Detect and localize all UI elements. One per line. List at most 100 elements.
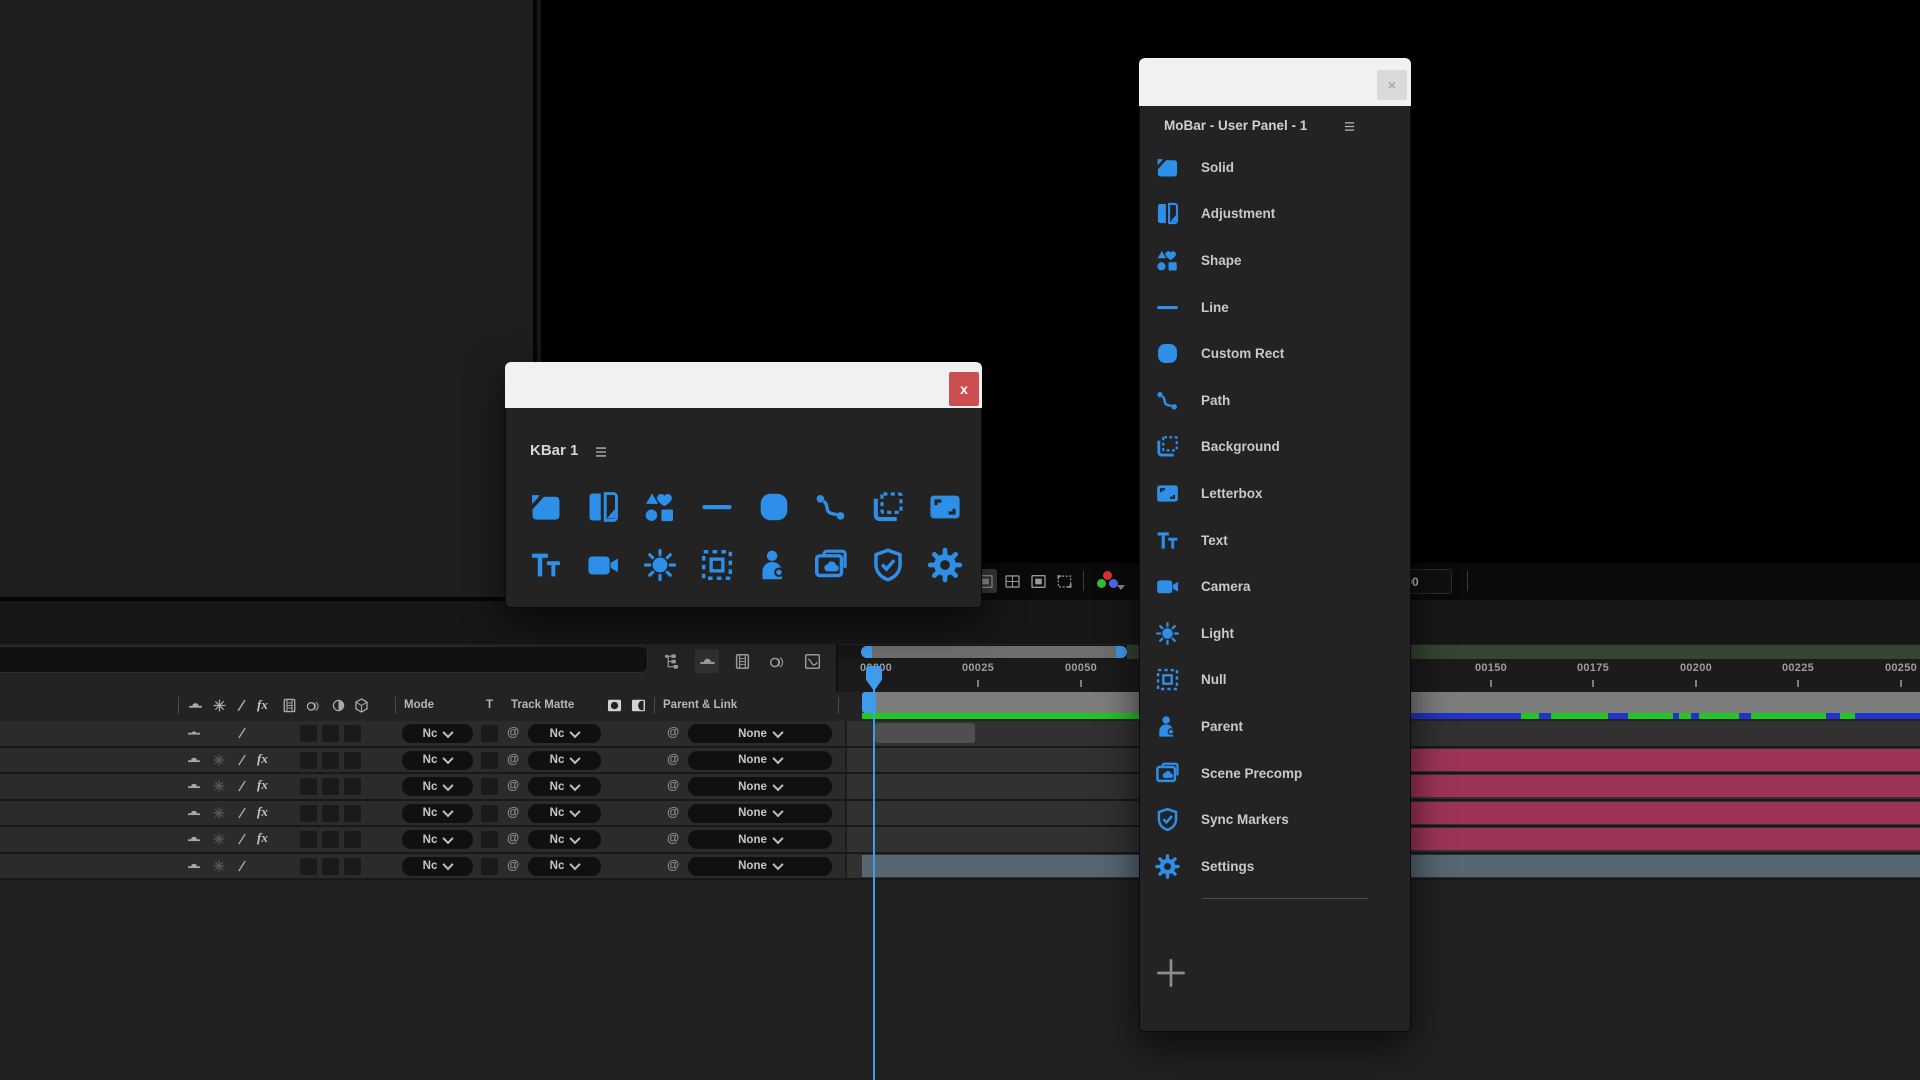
preserve-transparency-checkbox[interactable]: [481, 831, 498, 848]
layer-bar-clip[interactable]: [875, 723, 975, 743]
switch-cell[interactable]: [300, 805, 317, 822]
parent-pickwhip-icon[interactable]: @: [667, 805, 679, 819]
track-matte-dropdown[interactable]: Nc: [528, 724, 601, 743]
mobar-item-parent[interactable]: Parent: [1150, 703, 1406, 750]
switch-cell[interactable]: [300, 725, 317, 742]
switch-cell[interactable]: [322, 725, 339, 742]
mobar-item-scene-precomp[interactable]: Scene Precomp: [1150, 750, 1406, 797]
preserve-transparency-checkbox[interactable]: [481, 752, 498, 769]
track-matte-pickwhip-icon[interactable]: @: [507, 831, 519, 845]
collapse-transformations-icon[interactable]: [211, 805, 227, 821]
mobar-item-settings[interactable]: Settings: [1150, 843, 1406, 890]
hamburger-menu-icon[interactable]: [1342, 120, 1357, 133]
background-icon[interactable]: [859, 478, 916, 536]
shy-hidden-icon[interactable]: [186, 725, 202, 741]
shy-icon[interactable]: [186, 831, 202, 847]
mobar-item-background[interactable]: Background: [1150, 424, 1406, 471]
track-matte-pickwhip-icon[interactable]: @: [507, 805, 519, 819]
track-matte-dropdown[interactable]: Nc: [528, 830, 601, 849]
quality-toggle-icon[interactable]: [234, 831, 250, 847]
parent-pickwhip-icon[interactable]: @: [667, 858, 679, 872]
shy-icon[interactable]: [186, 778, 202, 794]
shy-icon[interactable]: [186, 805, 202, 821]
effects-toggle-icon[interactable]: fx: [257, 777, 268, 793]
switch-cell[interactable]: [344, 858, 361, 875]
graph-editor-icon[interactable]: [800, 649, 824, 673]
scrollbar-left-handle[interactable]: [861, 646, 872, 658]
add-button[interactable]: [1153, 955, 1189, 991]
custom-rect-icon[interactable]: [745, 478, 802, 536]
channel-color-icon[interactable]: [1094, 569, 1128, 593]
parent-pickwhip-icon[interactable]: @: [667, 778, 679, 792]
scrollbar-right-handle[interactable]: [1116, 646, 1127, 658]
preserve-transparency-checkbox[interactable]: [481, 805, 498, 822]
shape-icon[interactable]: [631, 478, 688, 536]
switch-cell[interactable]: [344, 752, 361, 769]
effects-toggle-icon[interactable]: fx: [257, 751, 268, 767]
region-of-interest-icon[interactable]: [1052, 569, 1076, 593]
comp-mini-flowchart-icon[interactable]: [660, 649, 684, 673]
light-icon[interactable]: [631, 536, 688, 594]
quality-toggle-icon[interactable]: [234, 778, 250, 794]
text-icon[interactable]: [517, 536, 574, 594]
switch-cell[interactable]: [344, 725, 361, 742]
mobar-item-null[interactable]: Null: [1150, 657, 1406, 704]
parent-link-dropdown[interactable]: None: [688, 751, 832, 770]
switch-cell[interactable]: [300, 831, 317, 848]
kbar-titlebar[interactable]: x: [505, 362, 982, 408]
track-matte-dropdown[interactable]: Nc: [528, 857, 601, 876]
switch-cell[interactable]: [322, 858, 339, 875]
luma-matte-icon[interactable]: [630, 697, 647, 714]
scene-precomp-icon[interactable]: [802, 536, 859, 594]
layer-row-2[interactable]: fxNc@Nc@None: [0, 748, 1920, 775]
hamburger-menu-icon[interactable]: [593, 445, 609, 459]
track-matte-dropdown[interactable]: Nc: [528, 751, 601, 770]
grid-options-icon[interactable]: [1000, 569, 1024, 593]
parent-link-dropdown[interactable]: None: [688, 804, 832, 823]
mobar-item-solid[interactable]: Solid: [1150, 144, 1406, 191]
quality-toggle-icon[interactable]: [234, 725, 250, 741]
effects-toggle-icon[interactable]: fx: [257, 830, 268, 846]
mobar-titlebar[interactable]: ×: [1139, 58, 1411, 106]
layer-row-4[interactable]: fxNc@Nc@None: [0, 801, 1920, 828]
switch-cell[interactable]: [344, 805, 361, 822]
mobar-item-adjustment[interactable]: Adjustment: [1150, 191, 1406, 238]
mode-dropdown[interactable]: Nc: [402, 751, 473, 770]
collapse-transformations-icon[interactable]: [211, 831, 227, 847]
mask-visibility-icon[interactable]: [1026, 569, 1050, 593]
track-matte-pickwhip-icon[interactable]: @: [507, 752, 519, 766]
mobar-item-line[interactable]: Line: [1150, 284, 1406, 331]
shy-icon[interactable]: [186, 752, 202, 768]
shy-layers-toggle-icon[interactable]: [695, 649, 719, 673]
collapse-transformations-icon[interactable]: [211, 752, 227, 768]
camera-icon[interactable]: [574, 536, 631, 594]
mobar-item-custom-rect[interactable]: Custom Rect: [1150, 330, 1406, 377]
collapse-transformations-icon[interactable]: [211, 778, 227, 794]
parent-link-dropdown[interactable]: None: [688, 724, 832, 743]
switch-cell[interactable]: [300, 858, 317, 875]
null-icon[interactable]: [688, 536, 745, 594]
quality-toggle-icon[interactable]: [234, 752, 250, 768]
adjustment-icon[interactable]: [574, 478, 631, 536]
mobar-item-letterbox[interactable]: Letterbox: [1150, 470, 1406, 517]
layer-row-5[interactable]: fxNc@Nc@None: [0, 827, 1920, 854]
switch-cell[interactable]: [344, 778, 361, 795]
mobar-item-camera[interactable]: Camera: [1150, 563, 1406, 610]
parent-pickwhip-icon[interactable]: @: [667, 831, 679, 845]
frame-blending-toggle-icon[interactable]: [730, 649, 754, 673]
parent-link-dropdown[interactable]: None: [688, 830, 832, 849]
layer-row-6[interactable]: Nc@Nc@None: [0, 854, 1920, 881]
quality-toggle-icon[interactable]: [234, 805, 250, 821]
solid-icon[interactable]: [517, 478, 574, 536]
preserve-transparency-checkbox[interactable]: [481, 725, 498, 742]
parent-pickwhip-icon[interactable]: @: [667, 725, 679, 739]
parent-link-dropdown[interactable]: None: [688, 857, 832, 876]
close-icon[interactable]: ×: [1377, 70, 1407, 100]
switch-cell[interactable]: [300, 752, 317, 769]
preserve-transparency-checkbox[interactable]: [481, 858, 498, 875]
track-matte-pickwhip-icon[interactable]: @: [507, 858, 519, 872]
layer-row-3[interactable]: fxNc@Nc@None: [0, 774, 1920, 801]
switch-cell[interactable]: [322, 752, 339, 769]
parent-link-dropdown[interactable]: None: [688, 777, 832, 796]
quality-toggle-icon[interactable]: [234, 858, 250, 874]
